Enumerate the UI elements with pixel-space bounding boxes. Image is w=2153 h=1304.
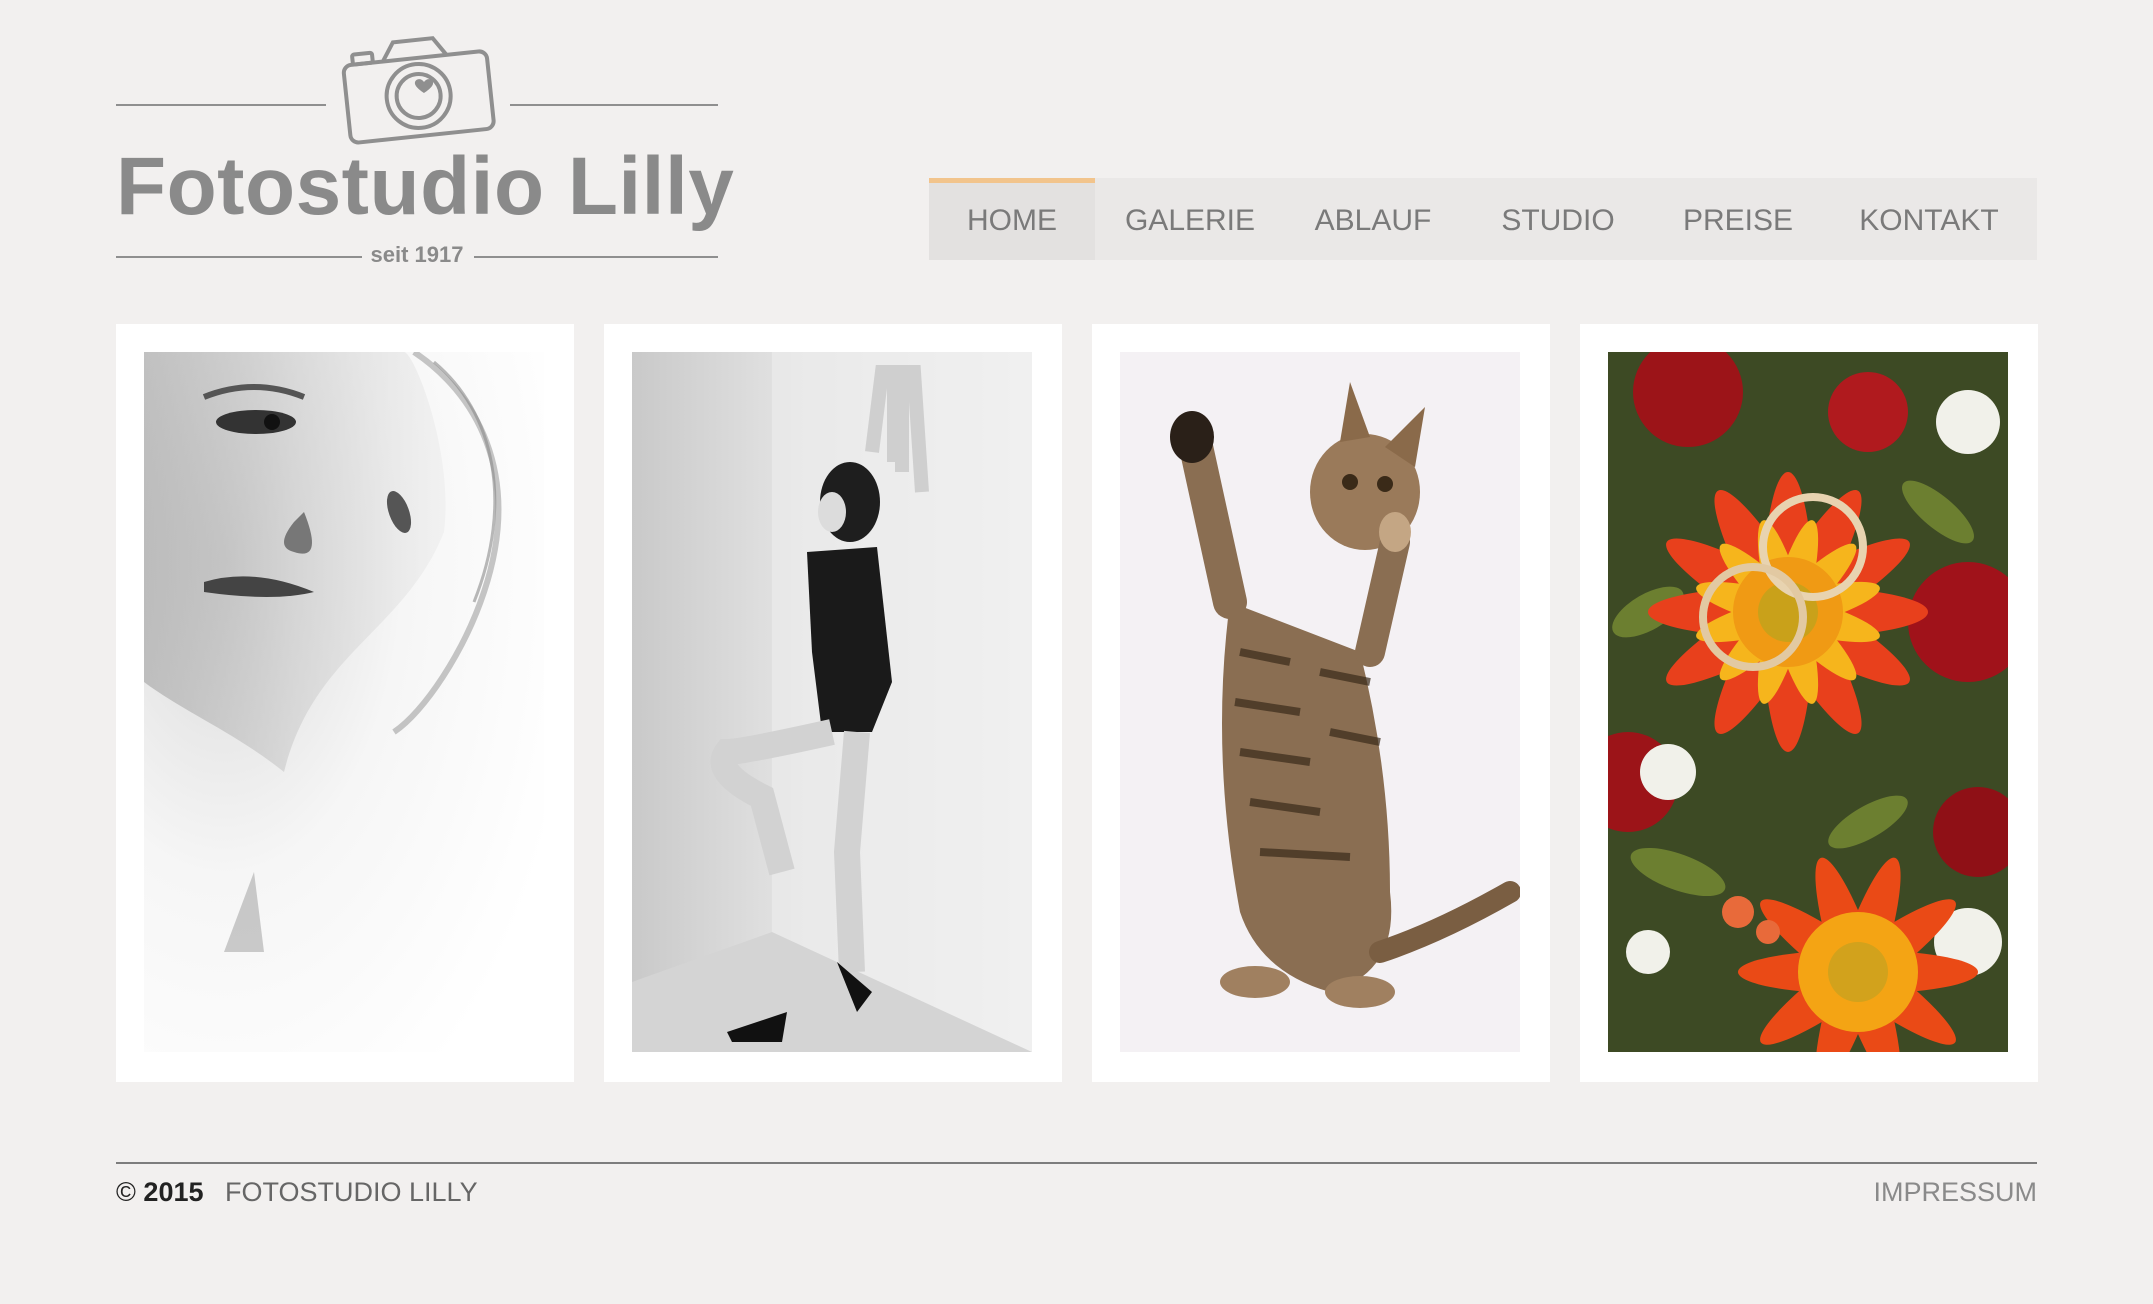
logo-since: seit 1917 — [370, 242, 464, 267]
gallery-card-woman[interactable] — [604, 324, 1062, 1082]
logo-name: Fotostudio Lilly — [116, 141, 735, 232]
nav-item-kontakt[interactable]: KONTAKT — [1821, 178, 2037, 260]
flowers-photo — [1608, 352, 2008, 1052]
gallery-card-cat[interactable] — [1092, 324, 1550, 1082]
logo-rule-right — [510, 104, 718, 106]
nav-item-preise[interactable]: PREISE — [1655, 178, 1821, 260]
logo-rule-bottom-left — [116, 256, 362, 258]
gallery-card-flowers[interactable] — [1580, 324, 2038, 1082]
impressum-link[interactable]: IMPRESSUM — [1873, 1177, 2037, 1208]
site-logo[interactable]: Fotostudio Lilly seit 1917 — [116, 30, 735, 270]
footer-divider — [116, 1162, 2037, 1164]
copyright-year: 2015 — [143, 1177, 204, 1207]
woman-photo — [632, 352, 1032, 1052]
copyright-studio: FOTOSTUDIO LILLY — [225, 1177, 478, 1207]
nav-item-galerie[interactable]: GALERIE — [1095, 178, 1285, 260]
nav-item-studio[interactable]: STUDIO — [1461, 178, 1655, 260]
cat-photo — [1120, 352, 1520, 1052]
nav-item-ablauf[interactable]: ABLAUF — [1285, 178, 1461, 260]
camera-heart-icon — [341, 36, 496, 145]
portrait-photo — [144, 352, 544, 1052]
logo-rule-left — [116, 104, 326, 106]
copyright-symbol: © — [116, 1177, 136, 1207]
footer-copyright: © 2015 FOTOSTUDIO LILLY — [116, 1177, 478, 1208]
main-nav: HOME GALERIE ABLAUF STUDIO PREISE KONTAK… — [929, 178, 2037, 260]
logo-rule-bottom-right — [474, 256, 718, 258]
gallery-card-portrait[interactable] — [116, 324, 574, 1082]
nav-item-home[interactable]: HOME — [929, 178, 1095, 260]
